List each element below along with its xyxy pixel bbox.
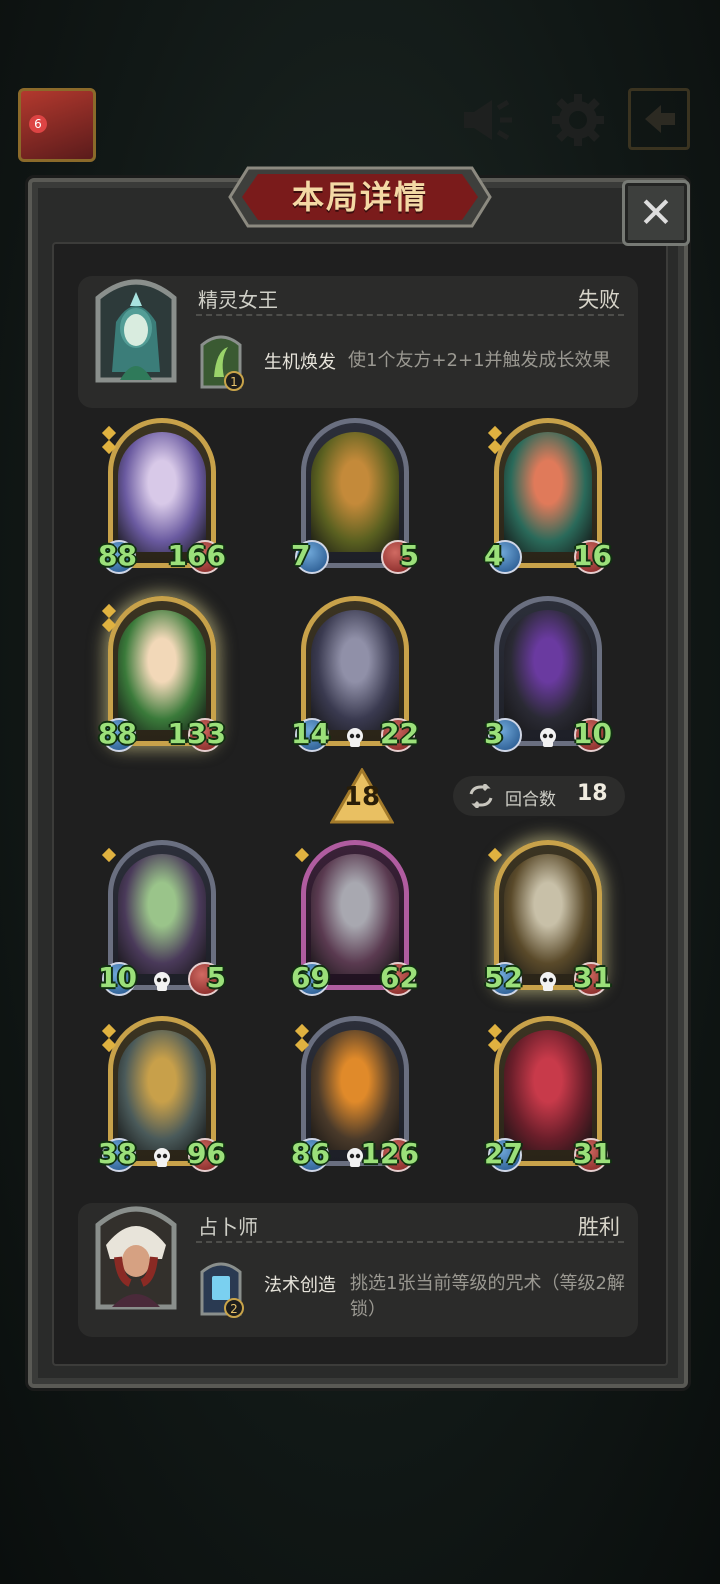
- tier-pip-icon: [487, 425, 503, 441]
- tier-pip-icon: [294, 1023, 310, 1039]
- round-counter: 回合数 18: [453, 776, 625, 816]
- minion-art: [504, 1030, 592, 1150]
- opponent-portrait: [95, 279, 177, 383]
- round-current: 18: [343, 782, 381, 812]
- minion-card[interactable]: 75: [291, 418, 419, 578]
- skull-icon: [154, 972, 170, 991]
- round-label: 回合数: [505, 790, 556, 810]
- attack-value: 88: [98, 717, 137, 750]
- attack-value: 7: [291, 539, 311, 572]
- skull-icon: [540, 972, 556, 991]
- title-banner: 本局详情: [228, 166, 492, 228]
- close-button[interactable]: ✕: [622, 180, 690, 246]
- attack-value: 14: [291, 717, 330, 750]
- attack-value: 4: [484, 539, 504, 572]
- attack-value: 10: [98, 961, 137, 994]
- minion-card[interactable]: 4 16: [484, 418, 612, 578]
- player-skill-icon[interactable]: 2: [198, 1258, 244, 1318]
- minion-card[interactable]: 14 22: [291, 596, 419, 756]
- health-value: 96: [187, 1137, 226, 1170]
- panel-title: 本局详情: [291, 178, 428, 216]
- attack-value: 52: [484, 961, 523, 994]
- player-avatar[interactable]: 6: [18, 88, 96, 162]
- health-value: 62: [380, 961, 419, 994]
- minion-art: [311, 432, 399, 552]
- top-bar: 6: [0, 70, 720, 170]
- minion-art: [311, 610, 399, 730]
- tier-pip-icon: [487, 847, 503, 863]
- opponent-name: 精灵女王: [198, 288, 278, 312]
- minion-art: [504, 854, 592, 974]
- skull-icon: [154, 1148, 170, 1167]
- health-value: 10: [573, 717, 612, 750]
- tier-pip-icon: [101, 847, 117, 863]
- minion-card[interactable]: 3 10: [484, 596, 612, 756]
- minion-card[interactable]: 52 31: [484, 840, 612, 1000]
- minion-art: [504, 610, 592, 730]
- player-skill-desc: 挑选1张当前等级的咒术（等级2解锁）: [350, 1271, 630, 1323]
- minion-card[interactable]: 10 5: [98, 840, 226, 1000]
- minion-card[interactable]: 38 96: [98, 1016, 226, 1176]
- minion-art: [504, 432, 592, 552]
- player-skill-name: 法术创造: [264, 1275, 336, 1296]
- skull-icon: [540, 728, 556, 747]
- minion-art: [311, 854, 399, 974]
- minion-art: [118, 432, 206, 552]
- tier-pip-icon: [101, 1023, 117, 1039]
- round-value: 18: [577, 781, 608, 806]
- attack-value: 69: [291, 961, 330, 994]
- close-icon: ✕: [638, 188, 674, 237]
- health-value: 166: [167, 539, 226, 572]
- player-skill-desc-text: 挑选1张当前等级的咒术（等级2解锁）: [350, 1273, 625, 1320]
- player-info: 占卜师 胜利 2 法术创造 挑选1张当前等级的咒术（等级2解锁）: [78, 1203, 638, 1337]
- attack-value: 27: [484, 1137, 523, 1170]
- megaphone-icon[interactable]: [458, 92, 514, 148]
- player-portrait: [95, 1206, 177, 1310]
- minion-card[interactable]: 86 126: [291, 1016, 419, 1176]
- attack-value: 38: [98, 1137, 137, 1170]
- skull-icon: [347, 728, 363, 747]
- tier-pip-icon: [101, 603, 117, 619]
- health-value: 5: [399, 539, 419, 572]
- attack-value: 86: [291, 1137, 330, 1170]
- health-value: 126: [360, 1137, 419, 1170]
- refresh-icon: [469, 784, 493, 808]
- health-value: 133: [167, 717, 226, 750]
- tier-pip-icon: [487, 1023, 503, 1039]
- attack-value: 88: [98, 539, 137, 572]
- health-value: 31: [573, 961, 612, 994]
- player-result: 胜利: [578, 1215, 620, 1239]
- player-level-badge: 6: [29, 115, 47, 133]
- health-value: 5: [206, 961, 226, 994]
- minion-card[interactable]: 69 62: [291, 840, 419, 1000]
- player-skill-level: 2: [230, 1302, 238, 1316]
- minion-card[interactable]: 88 166: [98, 418, 226, 578]
- health-value: 31: [573, 1137, 612, 1170]
- opponent-skill-icon[interactable]: 1: [198, 331, 244, 391]
- opponent-skill-name: 生机焕发: [264, 352, 336, 373]
- health-value: 22: [380, 717, 419, 750]
- minion-art: [118, 1030, 206, 1150]
- minion-art: [118, 854, 206, 974]
- gear-icon[interactable]: [550, 92, 606, 148]
- minion-art: [311, 1030, 399, 1150]
- tier-pip-icon: [101, 425, 117, 441]
- divider: [196, 314, 624, 316]
- opponent-result: 失败: [578, 288, 620, 312]
- minion-card[interactable]: 27 31: [484, 1016, 612, 1176]
- opponent-skill-desc: 使1个友方+2+1并触发成长效果: [348, 350, 611, 371]
- health-value: 16: [573, 539, 612, 572]
- opponent-skill-level: 1: [230, 375, 238, 389]
- minion-card[interactable]: 88 133: [98, 596, 226, 756]
- exit-icon[interactable]: [628, 88, 690, 150]
- tier-pip-icon: [294, 847, 310, 863]
- minion-art: [118, 610, 206, 730]
- divider: [196, 1241, 624, 1243]
- opponent-info: 精灵女王 失败 1 生机焕发 使1个友方+2+1并触发成长效果: [78, 276, 638, 408]
- attack-value: 3: [484, 717, 504, 750]
- player-name: 占卜师: [198, 1215, 258, 1239]
